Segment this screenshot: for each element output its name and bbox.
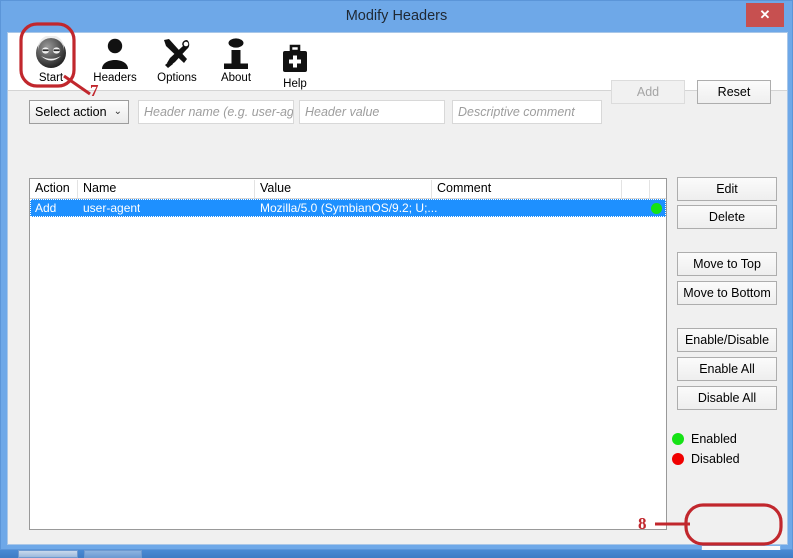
column-header-value[interactable]: Value <box>255 181 291 198</box>
cell-action: Add <box>35 201 57 215</box>
column-header-action[interactable]: Action <box>30 181 70 198</box>
toolbar-item-help-label: Help <box>283 78 307 90</box>
column-divider[interactable] <box>649 180 650 198</box>
legend-disabled-label: Disabled <box>691 452 740 466</box>
legend-disabled: Disabled <box>672 452 740 466</box>
screen: Modify Headers ✕ Start Headers Options A… <box>0 0 793 558</box>
cell-name: user-agent <box>83 201 141 215</box>
edit-button[interactable]: Edit <box>677 177 777 201</box>
move-to-top-button[interactable]: Move to Top <box>677 252 777 276</box>
table-header-row: Action Name Value Comment <box>30 179 666 199</box>
annotation-step-7: 7 <box>90 81 99 100</box>
cell-value: Mozilla/5.0 (SymbianOS/9.2; U;... <box>260 201 438 215</box>
taskbar-item[interactable] <box>84 550 142 558</box>
legend-enabled: Enabled <box>672 432 737 446</box>
toolbar-item-about[interactable]: About <box>207 35 265 89</box>
add-button[interactable]: Add <box>611 80 685 104</box>
headers-table: Action Name Value Comment Add user-agent… <box>29 178 667 530</box>
disabled-dot-icon <box>672 453 684 465</box>
client-area: Start Headers Options About Help Select … <box>7 32 788 558</box>
toolbar-item-start[interactable]: Start <box>22 35 80 89</box>
taskbar-item[interactable] <box>18 550 78 558</box>
toolbar-item-start-label: Start <box>38 72 64 84</box>
reset-button[interactable]: Reset <box>697 80 771 104</box>
column-header-comment[interactable]: Comment <box>432 181 491 198</box>
window-title: Modify Headers <box>345 8 448 24</box>
column-divider[interactable] <box>621 180 622 198</box>
tools-icon <box>161 35 193 71</box>
comment-input[interactable]: Descriptive comment <box>452 100 602 124</box>
chevron-down-icon: ⌄ <box>113 106 122 117</box>
column-header-name[interactable]: Name <box>78 181 116 198</box>
status-badge[interactable] <box>651 203 662 214</box>
toolbar-item-headers-label: Headers <box>93 72 137 84</box>
action-select[interactable]: Select action ⌄ <box>29 100 129 124</box>
titlebar: Modify Headers ✕ <box>1 1 792 32</box>
enable-disable-button[interactable]: Enable/Disable <box>677 328 777 352</box>
info-icon <box>221 35 251 71</box>
toolbar-item-options[interactable]: Options <box>148 35 206 89</box>
person-icon <box>100 35 130 71</box>
delete-button[interactable]: Delete <box>677 205 777 229</box>
modify-headers-window: Modify Headers ✕ Start Headers Options A… <box>0 0 793 558</box>
legend-enabled-label: Enabled <box>691 432 737 446</box>
taskbar <box>0 550 793 558</box>
column-divider[interactable] <box>77 180 78 198</box>
annotation-step-8: 8 <box>638 514 647 533</box>
toolbar-item-help[interactable]: Help <box>266 41 324 95</box>
move-to-bottom-button[interactable]: Move to Bottom <box>677 281 777 305</box>
disable-all-button[interactable]: Disable All <box>677 386 777 410</box>
enable-all-button[interactable]: Enable All <box>677 357 777 381</box>
first-aid-kit-icon <box>281 41 309 77</box>
header-value-input[interactable]: Header value <box>299 100 445 124</box>
enabled-dot-icon <box>672 433 684 445</box>
header-name-input[interactable]: Header name (e.g. user-ag <box>138 100 294 124</box>
toolbar-item-options-label: Options <box>157 72 197 84</box>
toolbar-item-about-label: About <box>220 72 252 84</box>
table-row[interactable]: Add user-agent Mozilla/5.0 (SymbianOS/9.… <box>30 199 666 217</box>
action-select-value: Select action <box>35 105 107 119</box>
column-divider[interactable] <box>431 180 432 198</box>
smiley-face-icon <box>34 35 68 71</box>
column-divider[interactable] <box>254 180 255 198</box>
close-icon[interactable]: ✕ <box>746 3 784 27</box>
